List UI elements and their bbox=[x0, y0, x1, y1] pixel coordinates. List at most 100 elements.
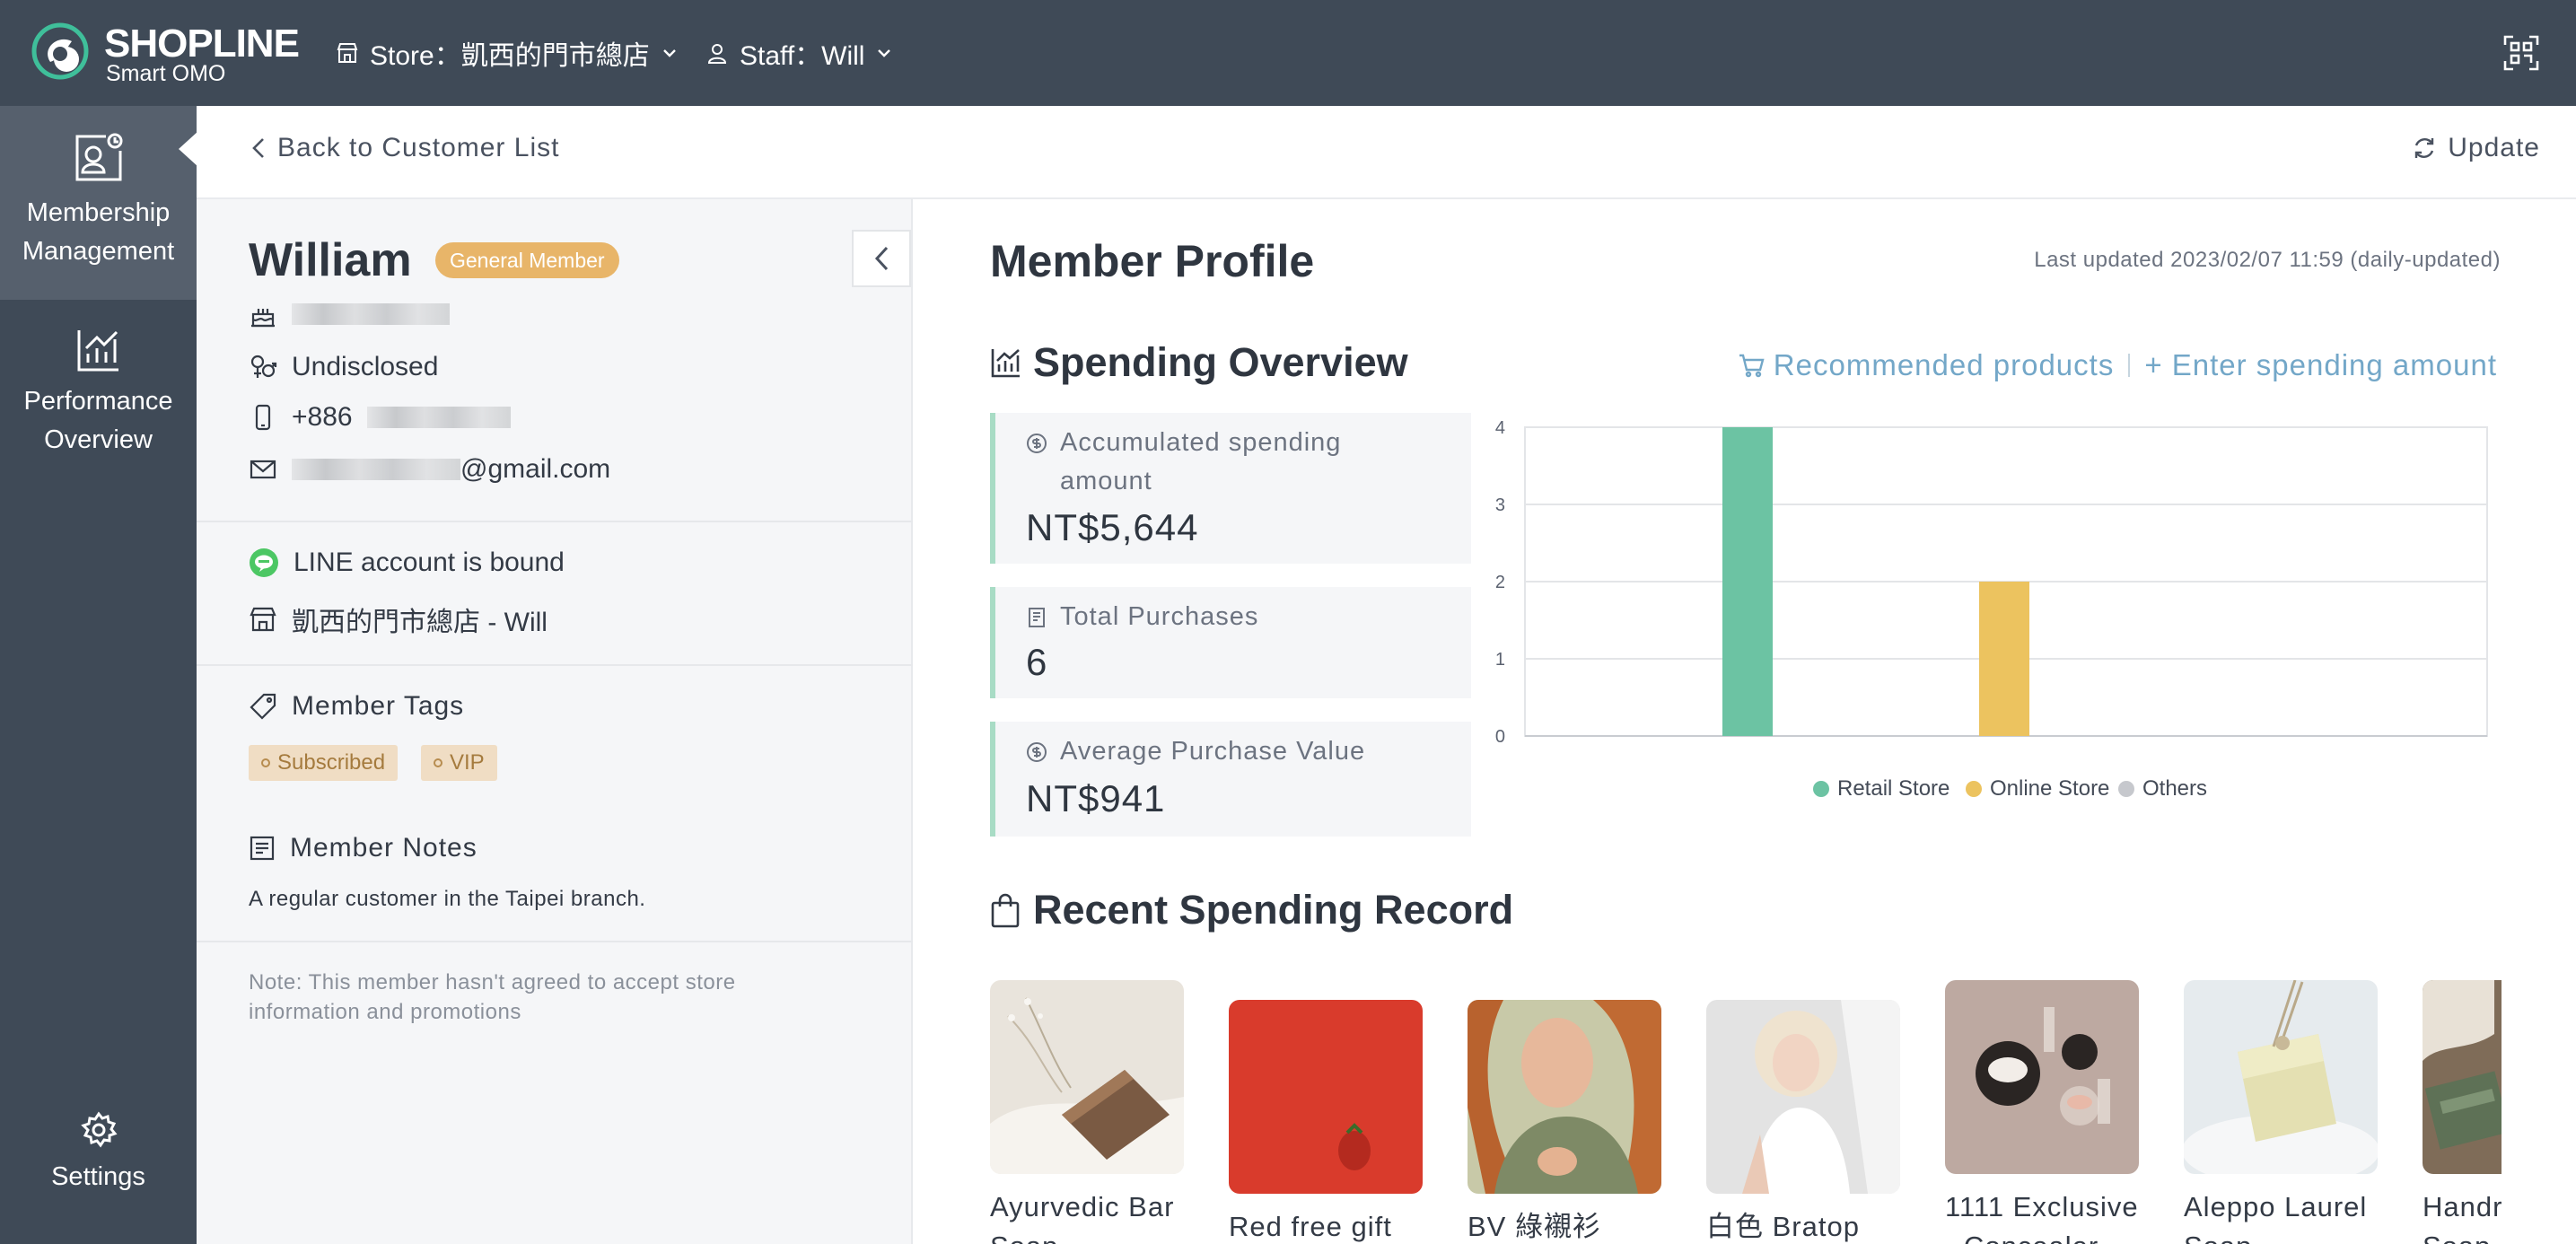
product-card[interactable]: Ayurvedic Bar Soap bbox=[990, 980, 1184, 1244]
chevron-left-icon bbox=[874, 246, 889, 271]
update-button[interactable]: Update bbox=[2412, 133, 2540, 163]
product-card[interactable]: BV 綠襯衫 bbox=[1468, 1000, 1661, 1244]
nav-membership-management[interactable]: Membership Management bbox=[0, 106, 197, 300]
back-link-label: Back to Customer List bbox=[277, 133, 560, 162]
mail-icon bbox=[250, 460, 276, 479]
stat-label: Average Purchase Value bbox=[1026, 732, 1365, 771]
product-name: 白色 Bratop bbox=[1706, 1207, 1900, 1244]
stat-value: 6 bbox=[1026, 641, 1048, 683]
product-name-line2: Soap bbox=[990, 1227, 1184, 1244]
tag-label: VIP bbox=[450, 750, 485, 775]
back-to-customer-list-link[interactable]: Back to Customer List bbox=[250, 133, 559, 163]
member-notes-title: Member Notes bbox=[290, 833, 478, 863]
product-image bbox=[1945, 980, 2139, 1174]
line-status-text: LINE account is bound bbox=[294, 548, 565, 577]
member-card-icon bbox=[75, 133, 122, 181]
store-icon bbox=[337, 43, 358, 63]
member-notes-text: A regular customer in the Taipei branch. bbox=[249, 887, 646, 911]
nav-performance-label-1: Performance bbox=[23, 387, 173, 416]
member-notes-heading: Member Notes bbox=[249, 833, 478, 863]
product-name-line1: Ayurvedic Bar bbox=[990, 1191, 1175, 1222]
dollar-icon bbox=[1027, 434, 1047, 453]
product-name: Red free gift bbox=[1229, 1207, 1423, 1244]
stat-label: Total Purchases bbox=[1026, 598, 1258, 636]
shopline-logo-icon bbox=[31, 22, 89, 80]
email-suffix: @gmail.com bbox=[460, 454, 611, 484]
product-image bbox=[1468, 1000, 1661, 1194]
staff-selector[interactable]: Staff：Will bbox=[705, 34, 893, 72]
product-name-line1: 1111 Exclusive bbox=[1945, 1191, 2139, 1222]
chart-legend-label: Retail Store bbox=[1837, 776, 1950, 801]
staff-selector-label: Staff：Will bbox=[740, 41, 865, 71]
product-name: 1111 Exclusive - Concealer bbox=[1945, 1187, 2139, 1244]
dollar-icon bbox=[1027, 742, 1047, 762]
nav-performance-overview[interactable]: Performance Overview bbox=[0, 327, 197, 488]
tag-label: Subscribed bbox=[277, 750, 386, 775]
birthday-row bbox=[249, 300, 450, 329]
chart-y-tick-label: 0 bbox=[1495, 727, 1505, 747]
shopline-logo: SHOPLINE Smart OMO bbox=[31, 22, 300, 86]
chart-legend-label: Others bbox=[2142, 776, 2207, 801]
recent-spending-title: Recent Spending Record bbox=[1033, 887, 1514, 933]
tag-subscribed: Subscribed bbox=[249, 745, 399, 781]
nav-active-pointer bbox=[179, 131, 198, 167]
gender-value: Undisclosed bbox=[292, 352, 439, 381]
stat-value: NT$5,644 bbox=[1026, 506, 1199, 548]
stat-average-purchase: Average Purchase Value NT$941 bbox=[990, 722, 1471, 837]
product-name-line1: Handr bbox=[2423, 1191, 2502, 1222]
chart-legend-swatch bbox=[2118, 781, 2134, 797]
nav-membership-label-1: Membership bbox=[26, 198, 171, 227]
tag-vip: VIP bbox=[421, 745, 497, 781]
product-card[interactable]: 白色 Bratop bbox=[1706, 1000, 1900, 1244]
top-bar: SHOPLINE Smart OMO Store：凱西的門市總店 Staff：W… bbox=[0, 0, 2576, 106]
product-name: Handr Soap bbox=[2423, 1187, 2502, 1244]
scan-qr-icon[interactable] bbox=[2502, 34, 2540, 72]
spending-actions: Recommended products + Enter spending am… bbox=[1738, 348, 2497, 382]
chart-bar bbox=[1979, 582, 2029, 736]
product-card[interactable]: 1111 Exclusive - Concealer bbox=[1945, 980, 2139, 1244]
product-name: Ayurvedic Bar Soap bbox=[990, 1187, 1184, 1244]
member-info-panel: William General Member Undisclosed +886 … bbox=[197, 199, 913, 1244]
chart-legend-swatch bbox=[1966, 781, 1982, 797]
line-status-row: LINE account is bound bbox=[249, 548, 565, 578]
last-updated-text: Last updated 2023/02/07 11:59 (daily-upd… bbox=[2034, 248, 2501, 272]
gender-icon bbox=[250, 355, 277, 378]
store-selector[interactable]: Store：凱西的門市總店 bbox=[336, 34, 679, 72]
nav-settings[interactable]: Settings bbox=[0, 1111, 197, 1219]
product-name-line1: Aleppo Laurel bbox=[2184, 1191, 2368, 1222]
refresh-icon bbox=[2415, 138, 2434, 158]
product-image bbox=[1706, 1000, 1900, 1194]
phone-icon bbox=[255, 404, 271, 431]
stat-label-line1: Average Purchase Value bbox=[1060, 737, 1366, 766]
store-selector-label: Store：凱西的門市總店 bbox=[370, 41, 650, 71]
product-card[interactable]: Handr Soap bbox=[2423, 980, 2502, 1244]
spending-overview-heading: Spending Overview bbox=[990, 339, 1408, 386]
tag-dot-icon bbox=[261, 758, 270, 767]
stat-label-line1: Accumulated spending bbox=[1060, 428, 1342, 457]
page-header: Back to Customer List Update bbox=[197, 106, 2576, 199]
spending-overview-title: Spending Overview bbox=[1033, 339, 1408, 385]
chart-bar bbox=[1722, 427, 1773, 736]
product-name-line2: Soap bbox=[2423, 1227, 2502, 1244]
receipt-icon bbox=[1029, 608, 1045, 627]
divider bbox=[197, 941, 913, 942]
product-name-line2: - Concealer bbox=[1945, 1227, 2139, 1244]
notes-icon bbox=[250, 836, 275, 861]
nav-performance-label-2: Overview bbox=[44, 425, 153, 454]
brand-subtitle: Smart OMO bbox=[106, 61, 226, 86]
product-name-line1: 白色 Bratop bbox=[1706, 1211, 1860, 1242]
product-image bbox=[2423, 980, 2502, 1174]
recommended-products-link[interactable]: Recommended products bbox=[1738, 348, 2115, 382]
chart-y-tick-label: 3 bbox=[1495, 495, 1505, 515]
product-name-line1: Red free gift bbox=[1229, 1211, 1392, 1242]
shopping-bag-icon bbox=[991, 893, 1020, 928]
collapse-panel-button[interactable] bbox=[852, 230, 911, 287]
enter-spending-amount-link[interactable]: + Enter spending amount bbox=[2144, 348, 2497, 382]
email-redacted bbox=[292, 459, 460, 480]
tag-icon bbox=[250, 693, 276, 720]
user-icon bbox=[707, 44, 727, 64]
product-image bbox=[990, 980, 1184, 1174]
store-staff-row: 凱西的門市總店 - Will bbox=[249, 600, 548, 639]
product-card[interactable]: Aleppo Laurel Soap bbox=[2182, 980, 2379, 1244]
product-card[interactable]: Red free gift bbox=[1229, 1000, 1423, 1244]
